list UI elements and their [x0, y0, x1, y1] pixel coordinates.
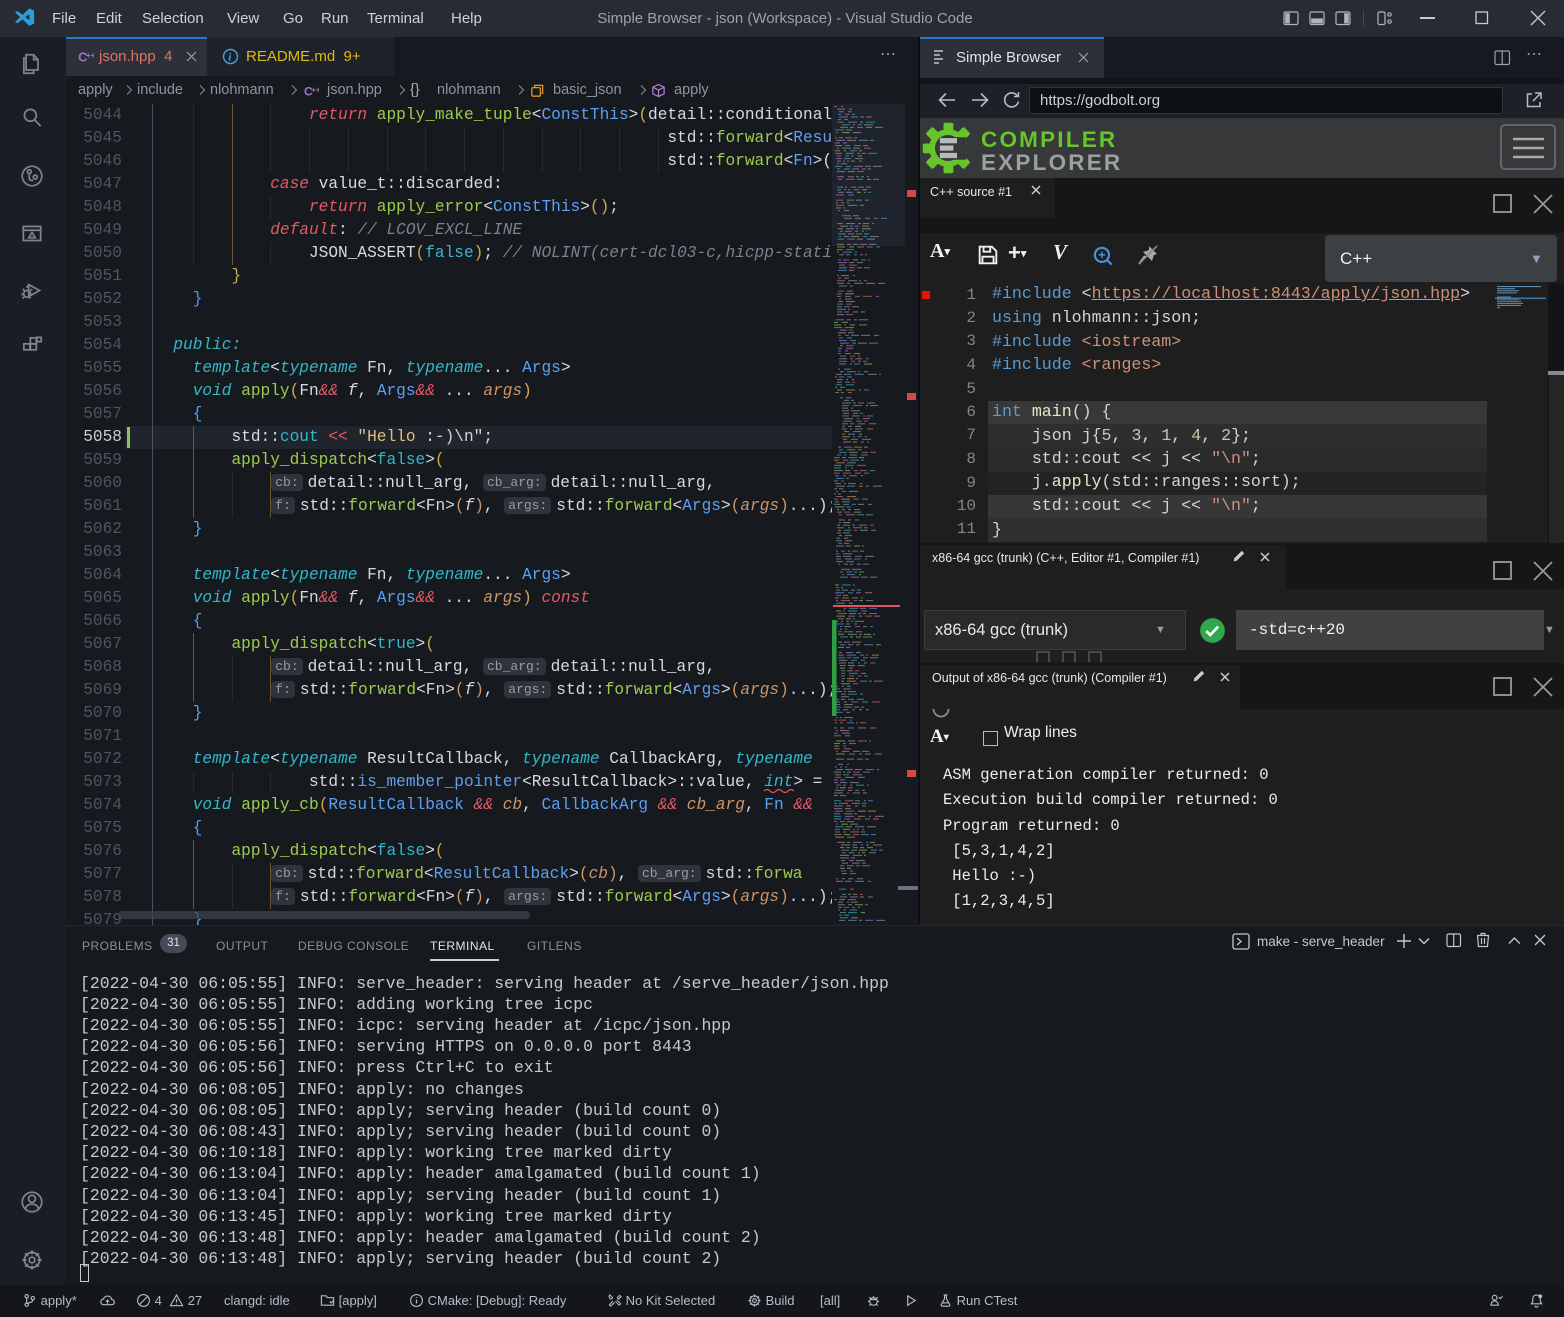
- svg-text:i: i: [228, 52, 232, 64]
- svg-text:++: ++: [311, 86, 319, 95]
- svg-text:++: ++: [86, 50, 94, 60]
